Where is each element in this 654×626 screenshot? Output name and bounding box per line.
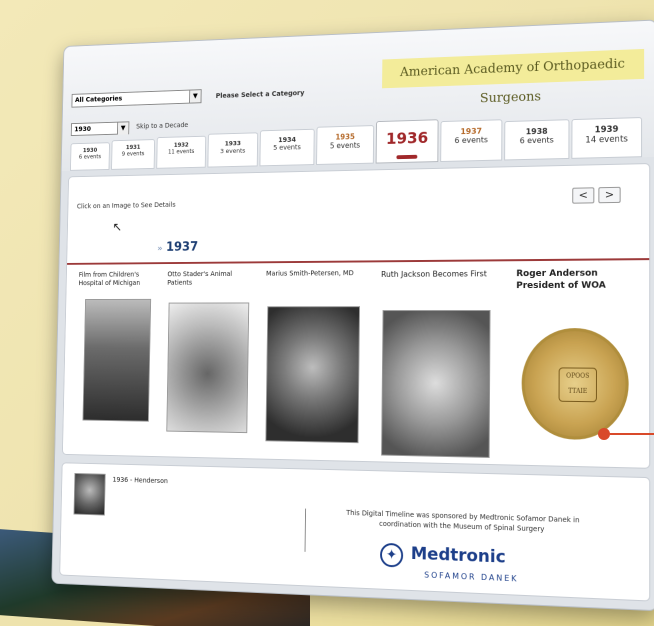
divider [67, 258, 650, 265]
year-events: 5 events [329, 140, 361, 151]
cursor-icon: ↖ [112, 220, 123, 235]
year-events: 11 events [167, 148, 195, 156]
event-photo[interactable] [166, 302, 250, 434]
year-events: 6 events [519, 135, 554, 146]
year-tab-1938[interactable]: 1938 6 events [504, 119, 570, 161]
chevron-down-icon[interactable]: ▼ [189, 90, 201, 103]
footer: 1936 - Henderson This Digital Timeline w… [59, 462, 651, 602]
event-photo[interactable] [82, 298, 152, 422]
category-select-value: All Categories [74, 94, 123, 104]
callout-line [610, 433, 654, 435]
seal-text: OPOOS TTAIE [558, 367, 598, 403]
events-panel: Click on an Image to See Details ↖ < > »… [61, 163, 651, 469]
year-events: 6 events [454, 135, 488, 146]
event-card[interactable]: Roger Anderson President of WOA [516, 267, 626, 292]
category-select[interactable]: All Categories ▼ [71, 89, 202, 108]
prev-button[interactable]: < [572, 187, 595, 204]
event-photo[interactable] [381, 310, 491, 458]
medtronic-logo-icon: ✦ [379, 542, 404, 568]
event-title: Roger Anderson President of WOA [516, 268, 606, 292]
year-label: 1936 [385, 128, 429, 148]
please-select-label: Please Select a Category [215, 89, 305, 100]
brand-name: Medtronic [410, 543, 506, 568]
event-title: Marius Smith-Petersen, MD [265, 269, 354, 278]
click-hint: Click on an Image to See Details [76, 201, 176, 211]
callout-dot [598, 428, 610, 440]
year-events: 14 events [585, 134, 628, 146]
year-tab-1939[interactable]: 1939 14 events [571, 117, 643, 159]
double-chevron-icon: » [157, 244, 163, 254]
year-tab-1934[interactable]: 1934 5 events [259, 128, 315, 167]
seal-image[interactable]: OPOOS TTAIE [521, 327, 629, 441]
timeline-window: All Categories ▼ Please Select a Categor… [51, 19, 654, 612]
event-card[interactable]: Otto Stader's Animal Patients [167, 270, 253, 288]
event-title: Ruth Jackson Becomes First [381, 269, 487, 279]
selected-indicator [396, 154, 418, 160]
year-tab-1933[interactable]: 1933 3 events [207, 132, 259, 168]
event-title: Otto Stader's Animal Patients [167, 270, 233, 287]
header: All Categories ▼ Please Select a Categor… [61, 20, 654, 172]
year-heading: » 1937 [157, 240, 198, 255]
event-card[interactable]: Marius Smith-Petersen, MD [266, 269, 359, 278]
year-tab-1937[interactable]: 1937 6 events [440, 119, 503, 162]
sponsor-text: This Digital Timeline was sponsored by M… [346, 508, 580, 534]
year-tab-1932[interactable]: 1932 11 events [156, 135, 207, 169]
year-tab-1936[interactable]: 1936 [375, 119, 439, 164]
footer-divider [304, 508, 307, 552]
year-tab-1935[interactable]: 1935 5 events [316, 125, 375, 165]
year-tab-1930[interactable]: 1930 6 events [70, 142, 110, 171]
year-events: 5 events [273, 143, 301, 152]
event-list: Film from Children's Hospital of Michiga… [72, 267, 641, 458]
event-card[interactable]: Film from Children's Hospital of Michiga… [79, 271, 157, 288]
year-events: 6 events [78, 153, 102, 161]
brand-subname: SOFAMOR DANEK [424, 570, 519, 584]
org-title: American Academy of Orthopaedic Surgeons [382, 48, 645, 106]
thumbnail-photo[interactable] [73, 472, 106, 516]
next-button[interactable]: > [598, 186, 621, 204]
scene: All Categories ▼ Please Select a Categor… [37, 0, 654, 626]
year-events: 3 events [220, 146, 246, 156]
year-tab-1931[interactable]: 1931 9 events [111, 139, 156, 170]
thumbnail-label[interactable]: 1936 - Henderson [112, 476, 168, 485]
year-events: 9 events [121, 150, 145, 158]
year-heading-text: 1937 [165, 240, 199, 255]
event-photo[interactable] [265, 306, 360, 444]
event-card[interactable]: Ruth Jackson Becomes First [381, 268, 487, 279]
event-title: Film from Children's Hospital of Michiga… [78, 270, 141, 287]
